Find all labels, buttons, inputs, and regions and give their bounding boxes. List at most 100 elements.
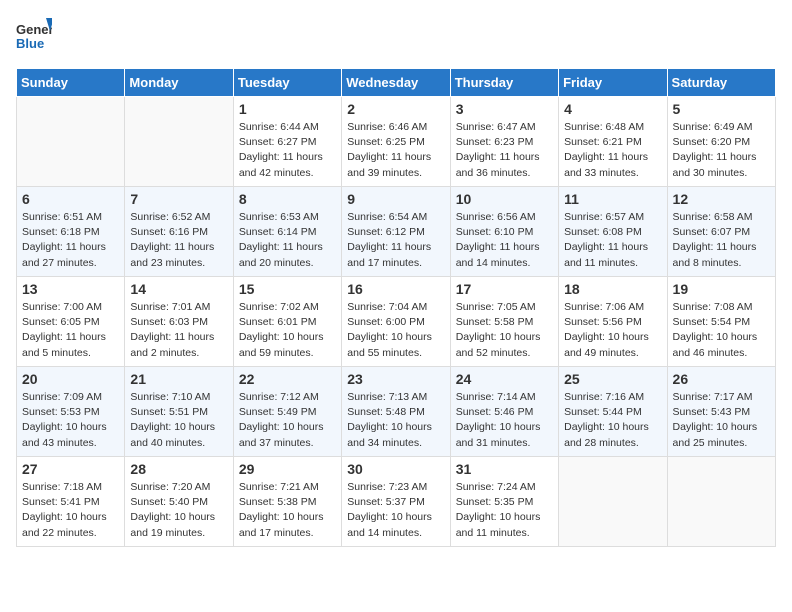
calendar-cell: 22 Sunrise: 7:12 AM Sunset: 5:49 PM Dayli… bbox=[233, 367, 341, 457]
day-info: Sunrise: 6:44 AM Sunset: 6:27 PM Dayligh… bbox=[239, 120, 336, 181]
day-info: Sunrise: 6:53 AM Sunset: 6:14 PM Dayligh… bbox=[239, 210, 336, 271]
calendar-cell: 23 Sunrise: 7:13 AM Sunset: 5:48 PM Dayli… bbox=[342, 367, 450, 457]
calendar-cell: 4 Sunrise: 6:48 AM Sunset: 6:21 PM Daylig… bbox=[559, 97, 667, 187]
day-number: 12 bbox=[673, 191, 770, 207]
page-header: General Blue bbox=[16, 16, 776, 56]
day-info: Sunrise: 7:02 AM Sunset: 6:01 PM Dayligh… bbox=[239, 300, 336, 361]
day-number: 2 bbox=[347, 101, 444, 117]
weekday-header: Saturday bbox=[667, 69, 775, 97]
day-info: Sunrise: 7:17 AM Sunset: 5:43 PM Dayligh… bbox=[673, 390, 770, 451]
calendar-cell: 6 Sunrise: 6:51 AM Sunset: 6:18 PM Daylig… bbox=[17, 187, 125, 277]
logo: General Blue bbox=[16, 16, 52, 56]
calendar-cell: 7 Sunrise: 6:52 AM Sunset: 6:16 PM Daylig… bbox=[125, 187, 233, 277]
day-number: 15 bbox=[239, 281, 336, 297]
svg-text:General: General bbox=[16, 22, 52, 37]
calendar-cell: 17 Sunrise: 7:05 AM Sunset: 5:58 PM Dayli… bbox=[450, 277, 558, 367]
weekday-header: Wednesday bbox=[342, 69, 450, 97]
day-info: Sunrise: 7:12 AM Sunset: 5:49 PM Dayligh… bbox=[239, 390, 336, 451]
day-info: Sunrise: 6:47 AM Sunset: 6:23 PM Dayligh… bbox=[456, 120, 553, 181]
day-number: 21 bbox=[130, 371, 227, 387]
calendar-cell: 15 Sunrise: 7:02 AM Sunset: 6:01 PM Dayli… bbox=[233, 277, 341, 367]
day-number: 31 bbox=[456, 461, 553, 477]
day-info: Sunrise: 7:14 AM Sunset: 5:46 PM Dayligh… bbox=[456, 390, 553, 451]
calendar-cell: 1 Sunrise: 6:44 AM Sunset: 6:27 PM Daylig… bbox=[233, 97, 341, 187]
day-number: 18 bbox=[564, 281, 661, 297]
day-info: Sunrise: 7:08 AM Sunset: 5:54 PM Dayligh… bbox=[673, 300, 770, 361]
day-number: 10 bbox=[456, 191, 553, 207]
day-info: Sunrise: 7:01 AM Sunset: 6:03 PM Dayligh… bbox=[130, 300, 227, 361]
day-info: Sunrise: 7:21 AM Sunset: 5:38 PM Dayligh… bbox=[239, 480, 336, 541]
weekday-header: Friday bbox=[559, 69, 667, 97]
day-number: 26 bbox=[673, 371, 770, 387]
day-number: 30 bbox=[347, 461, 444, 477]
calendar-cell bbox=[17, 97, 125, 187]
calendar-week-row: 1 Sunrise: 6:44 AM Sunset: 6:27 PM Daylig… bbox=[17, 97, 776, 187]
calendar-cell: 20 Sunrise: 7:09 AM Sunset: 5:53 PM Dayli… bbox=[17, 367, 125, 457]
calendar-cell: 31Sunrise: 7:24 AM Sunset: 5:35 PM Dayli… bbox=[450, 457, 558, 547]
day-number: 3 bbox=[456, 101, 553, 117]
calendar-week-row: 20 Sunrise: 7:09 AM Sunset: 5:53 PM Dayli… bbox=[17, 367, 776, 457]
day-info: Sunrise: 7:09 AM Sunset: 5:53 PM Dayligh… bbox=[22, 390, 119, 451]
day-info: Sunrise: 7:20 AM Sunset: 5:40 PM Dayligh… bbox=[130, 480, 227, 541]
calendar-cell: 27Sunrise: 7:18 AM Sunset: 5:41 PM Dayli… bbox=[17, 457, 125, 547]
calendar-cell: 25Sunrise: 7:16 AM Sunset: 5:44 PM Dayli… bbox=[559, 367, 667, 457]
calendar-cell: 2 Sunrise: 6:46 AM Sunset: 6:25 PM Daylig… bbox=[342, 97, 450, 187]
calendar-cell: 16 Sunrise: 7:04 AM Sunset: 6:00 PM Dayli… bbox=[342, 277, 450, 367]
weekday-header: Tuesday bbox=[233, 69, 341, 97]
calendar-cell: 13Sunrise: 7:00 AM Sunset: 6:05 PM Dayli… bbox=[17, 277, 125, 367]
calendar-cell bbox=[667, 457, 775, 547]
day-info: Sunrise: 6:48 AM Sunset: 6:21 PM Dayligh… bbox=[564, 120, 661, 181]
day-number: 7 bbox=[130, 191, 227, 207]
day-number: 20 bbox=[22, 371, 119, 387]
calendar-cell: 8 Sunrise: 6:53 AM Sunset: 6:14 PM Daylig… bbox=[233, 187, 341, 277]
day-info: Sunrise: 7:00 AM Sunset: 6:05 PM Dayligh… bbox=[22, 300, 119, 361]
day-number: 4 bbox=[564, 101, 661, 117]
calendar-cell bbox=[125, 97, 233, 187]
calendar-cell: 30 Sunrise: 7:23 AM Sunset: 5:37 PM Dayli… bbox=[342, 457, 450, 547]
calendar-week-row: 13Sunrise: 7:00 AM Sunset: 6:05 PM Dayli… bbox=[17, 277, 776, 367]
day-number: 23 bbox=[347, 371, 444, 387]
day-number: 19 bbox=[673, 281, 770, 297]
calendar-cell: 3 Sunrise: 6:47 AM Sunset: 6:23 PM Daylig… bbox=[450, 97, 558, 187]
day-info: Sunrise: 6:46 AM Sunset: 6:25 PM Dayligh… bbox=[347, 120, 444, 181]
day-number: 22 bbox=[239, 371, 336, 387]
calendar-cell: 10 Sunrise: 6:56 AM Sunset: 6:10 PM Dayli… bbox=[450, 187, 558, 277]
calendar-cell: 11Sunrise: 6:57 AM Sunset: 6:08 PM Dayli… bbox=[559, 187, 667, 277]
day-number: 11 bbox=[564, 191, 661, 207]
calendar-table: SundayMondayTuesdayWednesdayThursdayFrid… bbox=[16, 68, 776, 547]
weekday-header: Monday bbox=[125, 69, 233, 97]
day-number: 24 bbox=[456, 371, 553, 387]
day-info: Sunrise: 7:16 AM Sunset: 5:44 PM Dayligh… bbox=[564, 390, 661, 451]
day-number: 6 bbox=[22, 191, 119, 207]
weekday-header-row: SundayMondayTuesdayWednesdayThursdayFrid… bbox=[17, 69, 776, 97]
day-info: Sunrise: 7:04 AM Sunset: 6:00 PM Dayligh… bbox=[347, 300, 444, 361]
day-info: Sunrise: 6:49 AM Sunset: 6:20 PM Dayligh… bbox=[673, 120, 770, 181]
day-info: Sunrise: 7:13 AM Sunset: 5:48 PM Dayligh… bbox=[347, 390, 444, 451]
calendar-cell: 26 Sunrise: 7:17 AM Sunset: 5:43 PM Dayli… bbox=[667, 367, 775, 457]
day-info: Sunrise: 6:51 AM Sunset: 6:18 PM Dayligh… bbox=[22, 210, 119, 271]
calendar-week-row: 6 Sunrise: 6:51 AM Sunset: 6:18 PM Daylig… bbox=[17, 187, 776, 277]
calendar-week-row: 27Sunrise: 7:18 AM Sunset: 5:41 PM Dayli… bbox=[17, 457, 776, 547]
calendar-cell: 24 Sunrise: 7:14 AM Sunset: 5:46 PM Dayli… bbox=[450, 367, 558, 457]
day-number: 16 bbox=[347, 281, 444, 297]
day-number: 8 bbox=[239, 191, 336, 207]
day-info: Sunrise: 7:23 AM Sunset: 5:37 PM Dayligh… bbox=[347, 480, 444, 541]
day-number: 17 bbox=[456, 281, 553, 297]
calendar-cell: 5 Sunrise: 6:49 AM Sunset: 6:20 PM Daylig… bbox=[667, 97, 775, 187]
day-number: 1 bbox=[239, 101, 336, 117]
day-info: Sunrise: 6:52 AM Sunset: 6:16 PM Dayligh… bbox=[130, 210, 227, 271]
day-info: Sunrise: 7:05 AM Sunset: 5:58 PM Dayligh… bbox=[456, 300, 553, 361]
day-number: 9 bbox=[347, 191, 444, 207]
day-number: 14 bbox=[130, 281, 227, 297]
calendar-cell: 19 Sunrise: 7:08 AM Sunset: 5:54 PM Dayli… bbox=[667, 277, 775, 367]
calendar-cell bbox=[559, 457, 667, 547]
calendar-cell: 12Sunrise: 6:58 AM Sunset: 6:07 PM Dayli… bbox=[667, 187, 775, 277]
day-number: 29 bbox=[239, 461, 336, 477]
weekday-header: Thursday bbox=[450, 69, 558, 97]
calendar-cell: 21Sunrise: 7:10 AM Sunset: 5:51 PM Dayli… bbox=[125, 367, 233, 457]
logo-graphic: General Blue bbox=[16, 16, 52, 56]
day-info: Sunrise: 6:56 AM Sunset: 6:10 PM Dayligh… bbox=[456, 210, 553, 271]
weekday-header: Sunday bbox=[17, 69, 125, 97]
day-number: 5 bbox=[673, 101, 770, 117]
calendar-cell: 14 Sunrise: 7:01 AM Sunset: 6:03 PM Dayli… bbox=[125, 277, 233, 367]
